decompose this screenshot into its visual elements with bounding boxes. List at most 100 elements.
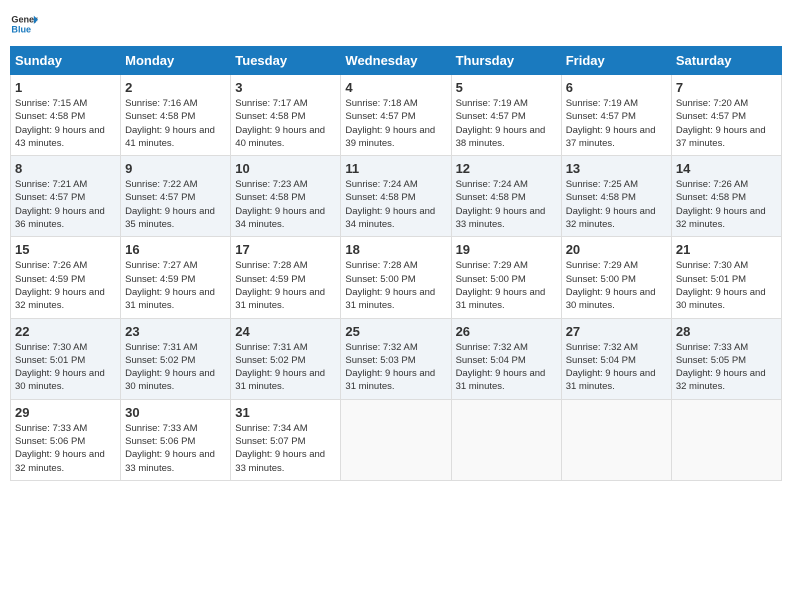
header-friday: Friday [561, 47, 671, 75]
calendar-cell: 13 Sunrise: 7:25 AMSunset: 4:58 PMDayligh… [561, 156, 671, 237]
calendar-cell: 26 Sunrise: 7:32 AMSunset: 5:04 PMDayligh… [451, 318, 561, 399]
day-detail: Sunrise: 7:25 AMSunset: 4:58 PMDaylight:… [566, 179, 656, 230]
calendar-cell: 28 Sunrise: 7:33 AMSunset: 5:05 PMDayligh… [671, 318, 781, 399]
day-detail: Sunrise: 7:29 AMSunset: 5:00 PMDaylight:… [456, 260, 546, 311]
calendar-cell: 8Sunrise: 7:21 AMSunset: 4:57 PMDaylight… [11, 156, 121, 237]
day-number: 21 [676, 242, 777, 257]
header-wednesday: Wednesday [341, 47, 451, 75]
logo-icon: General Blue [10, 10, 38, 38]
day-number: 4 [345, 80, 446, 95]
day-number: 24 [235, 324, 336, 339]
day-number: 25 [345, 324, 446, 339]
calendar-cell: 17Sunrise: 7:28 AMSunset: 4:59 PMDayligh… [231, 237, 341, 318]
day-detail: Sunrise: 7:24 AMSunset: 4:58 PMDaylight:… [456, 179, 546, 230]
calendar-week-row: 29 Sunrise: 7:33 AMSunset: 5:06 PMDayligh… [11, 399, 782, 480]
day-detail: Sunrise: 7:15 AMSunset: 4:58 PMDaylight:… [15, 98, 105, 149]
day-number: 18 [345, 242, 446, 257]
calendar-cell: 20 Sunrise: 7:29 AMSunset: 5:00 PMDayligh… [561, 237, 671, 318]
calendar-cell: 31 Sunrise: 7:34 AMSunset: 5:07 PMDayligh… [231, 399, 341, 480]
page-header: General Blue [10, 10, 782, 38]
calendar-week-row: 1 Sunrise: 7:15 AMSunset: 4:58 PMDaylight… [11, 75, 782, 156]
day-number: 29 [15, 405, 116, 420]
day-number: 30 [125, 405, 226, 420]
calendar-header-row: SundayMondayTuesdayWednesdayThursdayFrid… [11, 47, 782, 75]
day-number: 7 [676, 80, 777, 95]
calendar-cell [671, 399, 781, 480]
calendar-cell [561, 399, 671, 480]
day-detail: Sunrise: 7:18 AMSunset: 4:57 PMDaylight:… [345, 98, 435, 149]
calendar-cell [341, 399, 451, 480]
calendar-cell: 21Sunrise: 7:30 AMSunset: 5:01 PMDayligh… [671, 237, 781, 318]
header-thursday: Thursday [451, 47, 561, 75]
calendar-cell: 18 Sunrise: 7:28 AMSunset: 5:00 PMDayligh… [341, 237, 451, 318]
day-number: 8 [15, 161, 116, 176]
calendar-week-row: 8Sunrise: 7:21 AMSunset: 4:57 PMDaylight… [11, 156, 782, 237]
day-number: 1 [15, 80, 116, 95]
calendar-cell: 30 Sunrise: 7:33 AMSunset: 5:06 PMDayligh… [121, 399, 231, 480]
day-detail: Sunrise: 7:34 AMSunset: 5:07 PMDaylight:… [235, 423, 325, 474]
day-detail: Sunrise: 7:33 AMSunset: 5:06 PMDaylight:… [125, 423, 215, 474]
calendar-cell: 29 Sunrise: 7:33 AMSunset: 5:06 PMDayligh… [11, 399, 121, 480]
day-detail: Sunrise: 7:31 AMSunset: 5:02 PMDaylight:… [125, 342, 215, 393]
day-detail: Sunrise: 7:20 AMSunset: 4:57 PMDaylight:… [676, 98, 766, 149]
day-detail: Sunrise: 7:32 AMSunset: 5:04 PMDaylight:… [456, 342, 546, 393]
calendar-cell: 12 Sunrise: 7:24 AMSunset: 4:58 PMDayligh… [451, 156, 561, 237]
day-number: 23 [125, 324, 226, 339]
calendar-cell: 11 Sunrise: 7:24 AMSunset: 4:58 PMDayligh… [341, 156, 451, 237]
day-number: 27 [566, 324, 667, 339]
day-number: 15 [15, 242, 116, 257]
header-saturday: Saturday [671, 47, 781, 75]
day-number: 28 [676, 324, 777, 339]
day-detail: Sunrise: 7:30 AMSunset: 5:01 PMDaylight:… [15, 342, 105, 393]
calendar-cell: 4 Sunrise: 7:18 AMSunset: 4:57 PMDaylight… [341, 75, 451, 156]
calendar-cell: 16 Sunrise: 7:27 AMSunset: 4:59 PMDayligh… [121, 237, 231, 318]
calendar-cell: 27 Sunrise: 7:32 AMSunset: 5:04 PMDayligh… [561, 318, 671, 399]
calendar-table: SundayMondayTuesdayWednesdayThursdayFrid… [10, 46, 782, 481]
calendar-cell: 10Sunrise: 7:23 AMSunset: 4:58 PMDayligh… [231, 156, 341, 237]
day-detail: Sunrise: 7:32 AMSunset: 5:03 PMDaylight:… [345, 342, 435, 393]
day-number: 26 [456, 324, 557, 339]
calendar-cell: 19Sunrise: 7:29 AMSunset: 5:00 PMDayligh… [451, 237, 561, 318]
day-number: 2 [125, 80, 226, 95]
day-detail: Sunrise: 7:29 AMSunset: 5:00 PMDaylight:… [566, 260, 656, 311]
day-detail: Sunrise: 7:31 AMSunset: 5:02 PMDaylight:… [235, 342, 325, 393]
day-number: 14 [676, 161, 777, 176]
day-detail: Sunrise: 7:32 AMSunset: 5:04 PMDaylight:… [566, 342, 656, 393]
day-number: 31 [235, 405, 336, 420]
calendar-cell: 25 Sunrise: 7:32 AMSunset: 5:03 PMDayligh… [341, 318, 451, 399]
day-number: 16 [125, 242, 226, 257]
calendar-cell: 2 Sunrise: 7:16 AMSunset: 4:58 PMDaylight… [121, 75, 231, 156]
calendar-cell: 24 Sunrise: 7:31 AMSunset: 5:02 PMDayligh… [231, 318, 341, 399]
day-detail: Sunrise: 7:17 AMSunset: 4:58 PMDaylight:… [235, 98, 325, 149]
day-detail: Sunrise: 7:28 AMSunset: 4:59 PMDaylight:… [235, 260, 325, 311]
header-monday: Monday [121, 47, 231, 75]
day-number: 11 [345, 161, 446, 176]
calendar-cell: 1 Sunrise: 7:15 AMSunset: 4:58 PMDaylight… [11, 75, 121, 156]
day-detail: Sunrise: 7:26 AMSunset: 4:59 PMDaylight:… [15, 260, 105, 311]
day-detail: Sunrise: 7:16 AMSunset: 4:58 PMDaylight:… [125, 98, 215, 149]
day-detail: Sunrise: 7:22 AMSunset: 4:57 PMDaylight:… [125, 179, 215, 230]
day-number: 6 [566, 80, 667, 95]
svg-text:Blue: Blue [11, 24, 31, 34]
day-number: 13 [566, 161, 667, 176]
calendar-cell: 7 Sunrise: 7:20 AMSunset: 4:57 PMDaylight… [671, 75, 781, 156]
calendar-cell: 22 Sunrise: 7:30 AMSunset: 5:01 PMDayligh… [11, 318, 121, 399]
day-detail: Sunrise: 7:28 AMSunset: 5:00 PMDaylight:… [345, 260, 435, 311]
day-detail: Sunrise: 7:19 AMSunset: 4:57 PMDaylight:… [456, 98, 546, 149]
day-detail: Sunrise: 7:27 AMSunset: 4:59 PMDaylight:… [125, 260, 215, 311]
calendar-cell: 3Sunrise: 7:17 AMSunset: 4:58 PMDaylight… [231, 75, 341, 156]
day-detail: Sunrise: 7:24 AMSunset: 4:58 PMDaylight:… [345, 179, 435, 230]
header-sunday: Sunday [11, 47, 121, 75]
day-number: 5 [456, 80, 557, 95]
day-detail: Sunrise: 7:33 AMSunset: 5:06 PMDaylight:… [15, 423, 105, 474]
day-number: 12 [456, 161, 557, 176]
calendar-cell: 9Sunrise: 7:22 AMSunset: 4:57 PMDaylight… [121, 156, 231, 237]
calendar-cell [451, 399, 561, 480]
logo: General Blue [10, 10, 38, 38]
day-number: 20 [566, 242, 667, 257]
calendar-cell: 6Sunrise: 7:19 AMSunset: 4:57 PMDaylight… [561, 75, 671, 156]
day-number: 22 [15, 324, 116, 339]
calendar-cell: 14Sunrise: 7:26 AMSunset: 4:58 PMDayligh… [671, 156, 781, 237]
day-detail: Sunrise: 7:33 AMSunset: 5:05 PMDaylight:… [676, 342, 766, 393]
calendar-week-row: 15 Sunrise: 7:26 AMSunset: 4:59 PMDayligh… [11, 237, 782, 318]
